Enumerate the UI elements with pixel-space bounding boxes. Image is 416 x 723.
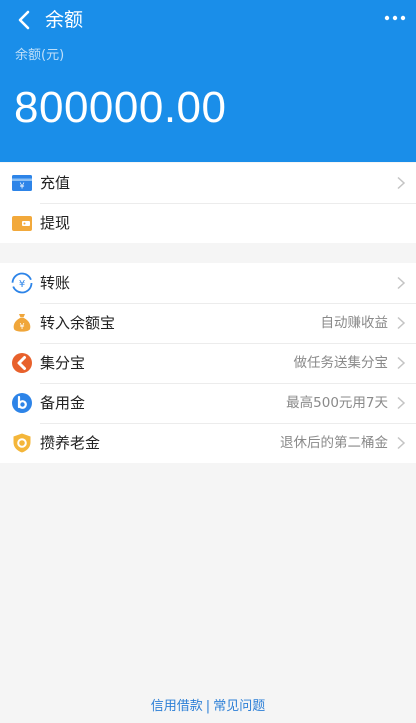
credit-loan-link[interactable]: 信用借款 [151, 699, 203, 714]
list-item-hint: 做任务送集分宝 [293, 355, 389, 371]
list-item-beiyongjin[interactable]: 备用金 最高500元用7天 [0, 383, 416, 423]
balance-amount: 800000.00 [14, 83, 227, 132]
footer-separator: | [205, 699, 211, 714]
pension-shield-icon [13, 433, 31, 453]
list-item-label: 转账 [40, 274, 71, 292]
jifenbao-icon [12, 353, 32, 373]
chevron-right-icon [397, 176, 406, 190]
chevron-right-icon [397, 396, 406, 410]
list-item-withdraw[interactable]: 提现 [0, 203, 416, 243]
list-item-pension[interactable]: 攒养老金 退休后的第二桶金 [0, 423, 416, 463]
list-item-label: 备用金 [40, 394, 86, 412]
money-bag-icon: ¥ [13, 314, 31, 332]
list-item-hint: 退休后的第二桶金 [280, 435, 388, 451]
faq-link[interactable]: 常见问题 [213, 699, 265, 714]
list-item-label: 提现 [40, 214, 71, 232]
svg-text:¥: ¥ [19, 182, 24, 191]
transfer-icon: ¥ [11, 272, 33, 294]
chevron-right-icon [397, 436, 406, 450]
more-dots-icon[interactable] [384, 10, 406, 26]
services-group: ¥ 转账 ¥ 转入余额宝 自动赚收益 集分宝 做任务送集分宝 备用金 最高500… [0, 263, 416, 463]
list-item-label: 充值 [40, 174, 71, 192]
wallet-icon [12, 216, 32, 231]
beiyongjin-icon [12, 393, 32, 413]
list-item-label: 转入余额宝 [40, 314, 116, 332]
list-item-yuebao[interactable]: ¥ 转入余额宝 自动赚收益 [0, 303, 416, 343]
list-item-hint: 最高500元用7天 [286, 395, 388, 411]
svg-text:¥: ¥ [19, 279, 25, 290]
chevron-right-icon [397, 276, 406, 290]
list-item-jifenbao[interactable]: 集分宝 做任务送集分宝 [0, 343, 416, 383]
recharge-yuan-card-icon: ¥ [12, 175, 32, 191]
list-item-hint: 自动赚收益 [320, 315, 389, 331]
chevron-left-icon[interactable] [12, 7, 38, 33]
svg-text:¥: ¥ [19, 322, 24, 331]
chevron-right-icon [397, 356, 406, 370]
list-item-label: 攒养老金 [40, 434, 101, 452]
page-title: 余额 [45, 9, 84, 31]
list-item-label: 集分宝 [40, 354, 86, 372]
list-item-transfer[interactable]: ¥ 转账 [0, 263, 416, 303]
footer-links: 信用借款 | 常见问题 [0, 698, 416, 716]
list-item-recharge[interactable]: ¥ 充值 [0, 163, 416, 203]
balance-label: 余额(元) [15, 48, 65, 63]
chevron-right-icon [397, 316, 406, 330]
funds-group: ¥ 充值 提现 [0, 163, 416, 243]
balance-header: 余额 余额(元) 800000.00 [0, 0, 416, 162]
